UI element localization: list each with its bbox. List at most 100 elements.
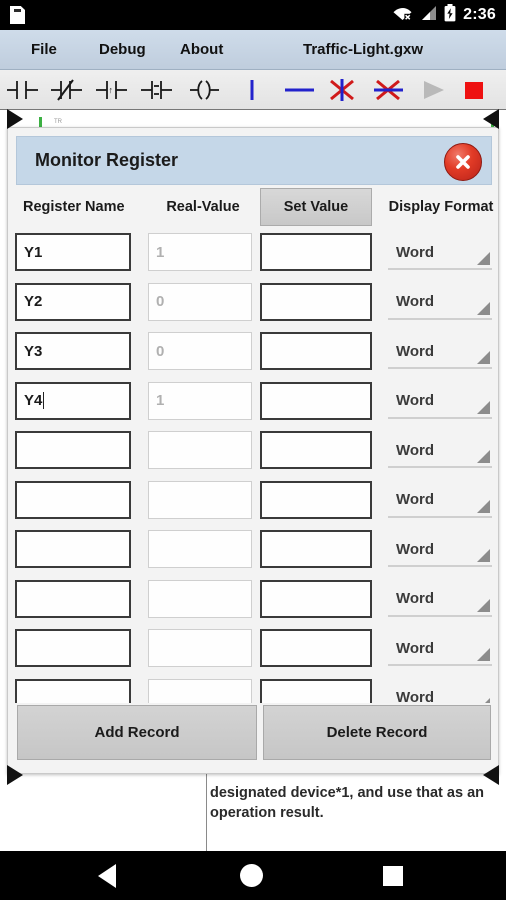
- register-name-input[interactable]: Y4: [15, 381, 131, 420]
- set-value-input[interactable]: [260, 431, 372, 469]
- display-format-dropdown-label: Word: [396, 491, 435, 508]
- menu-item-file[interactable]: File: [31, 41, 57, 58]
- status-bar-right: 2:36: [393, 3, 506, 27]
- rising-edge-contact-icon[interactable]: ↑: [93, 76, 133, 104]
- delete-record-button[interactable]: Delete Record: [263, 705, 491, 760]
- android-nav-bar: [0, 851, 506, 900]
- chevron-down-icon: [477, 252, 490, 265]
- real-value-field: 1: [148, 381, 252, 420]
- register-name-input[interactable]: [15, 629, 131, 667]
- vertical-link-icon[interactable]: [236, 76, 276, 104]
- display-format-dropdown-label: Word: [396, 293, 435, 310]
- set-value-input[interactable]: [260, 381, 372, 420]
- set-value-input[interactable]: [260, 678, 372, 703]
- dialog-corner-marker-bottom-left: [7, 765, 23, 785]
- register-table-rows[interactable]: Y1 1 Word Y2 0 Word Y3 0 Word Y4 1 Word Word Word Word…: [8, 228, 500, 703]
- real-value-field: 0: [148, 332, 252, 370]
- display-format-dropdown[interactable]: Word: [388, 583, 492, 617]
- set-value-input[interactable]: [260, 530, 372, 568]
- real-value-field: [148, 530, 252, 568]
- column-header-display-format: Display Format: [381, 190, 501, 224]
- display-format-dropdown-label: Word: [396, 540, 435, 558]
- set-value-input[interactable]: [260, 579, 372, 618]
- set-value-input[interactable]: [260, 480, 372, 519]
- display-format-dropdown[interactable]: Word: [388, 286, 492, 320]
- chevron-down-icon: [477, 598, 490, 612]
- home-icon[interactable]: [240, 864, 263, 887]
- chevron-down-icon: [477, 499, 490, 513]
- register-name-input[interactable]: [15, 678, 131, 703]
- dialog-corner-marker-top-right: [483, 109, 499, 129]
- set-value-input[interactable]: [260, 282, 372, 321]
- table-row: Word: [8, 525, 500, 575]
- menu-item-about[interactable]: About: [180, 41, 223, 58]
- coil-icon[interactable]: [186, 76, 226, 104]
- real-value-field: [148, 480, 252, 519]
- dialog-title-bar: Monitor Register: [16, 136, 492, 185]
- set-value-input[interactable]: [260, 233, 372, 271]
- horizontal-link-icon[interactable]: [280, 76, 320, 104]
- display-format-dropdown[interactable]: Word: [388, 682, 492, 703]
- display-format-dropdown[interactable]: Word: [388, 385, 492, 419]
- battery-charging-icon: [444, 3, 456, 27]
- stop-icon[interactable]: [458, 76, 498, 104]
- display-format-dropdown[interactable]: Word: [388, 434, 492, 468]
- app-menu-bar: File Debug About Traffic-Light.gxw: [0, 30, 506, 70]
- register-name-input[interactable]: [15, 431, 131, 469]
- set-value-button[interactable]: Set Value: [260, 188, 372, 226]
- back-icon[interactable]: [98, 863, 116, 888]
- chevron-down-icon: [477, 648, 490, 661]
- display-format-dropdown[interactable]: Word: [388, 484, 492, 518]
- register-name-input[interactable]: Y3: [15, 332, 131, 370]
- no-contact-icon[interactable]: [4, 76, 44, 104]
- dialog-corner-marker-bottom-right: [483, 765, 499, 785]
- nc-contact-icon[interactable]: [48, 76, 88, 104]
- close-icon[interactable]: [444, 143, 482, 181]
- display-format-dropdown-label: Word: [396, 441, 435, 459]
- table-row: Y3 0 Word: [8, 327, 500, 377]
- column-header-display-format-label: Display Format: [388, 199, 494, 215]
- table-row: Word: [8, 674, 500, 703]
- table-row: Word: [8, 476, 500, 526]
- monitor-register-dialog: Monitor Register Register Name Real-Valu…: [7, 109, 501, 785]
- register-name-input[interactable]: Y1: [15, 233, 131, 271]
- display-format-dropdown-label: Word: [396, 590, 435, 607]
- recents-icon[interactable]: [383, 865, 403, 886]
- real-value-field: [148, 629, 252, 667]
- display-format-dropdown[interactable]: Word: [388, 335, 492, 369]
- cell-signal-icon: [420, 5, 437, 26]
- register-name-input[interactable]: Y2: [15, 282, 131, 321]
- register-name-input[interactable]: [15, 579, 131, 618]
- column-header-register-name-label: Register Name: [23, 199, 125, 215]
- column-header-real-value-label: Real-Value: [166, 199, 240, 215]
- table-row: Word: [8, 426, 500, 476]
- display-format-dropdown-label: Word: [396, 639, 435, 657]
- chevron-down-icon: [477, 450, 490, 463]
- app-root: 2:36 File Debug About Traffic-Light.gxw: [0, 0, 506, 900]
- svg-text:↑: ↑: [109, 85, 114, 95]
- set-value-input[interactable]: [260, 332, 372, 370]
- column-header-register-name: Register Name: [15, 190, 145, 224]
- run-icon[interactable]: [413, 76, 453, 104]
- sd-card-icon: [10, 6, 25, 24]
- display-format-dropdown[interactable]: Word: [388, 236, 492, 270]
- falling-edge-contact-icon[interactable]: [138, 76, 178, 104]
- add-record-button[interactable]: Add Record: [17, 705, 257, 760]
- delete-vertical-link-icon[interactable]: [323, 76, 363, 104]
- display-format-dropdown-label: Word: [396, 392, 435, 409]
- chevron-down-icon: [477, 400, 490, 414]
- delete-horizontal-link-icon[interactable]: [369, 76, 409, 104]
- display-format-dropdown-label: Word: [396, 342, 435, 360]
- dialog-footer: Add Record Delete Record: [8, 705, 500, 763]
- set-value-input[interactable]: [260, 629, 372, 667]
- table-row: Y1 1 Word: [8, 228, 500, 278]
- display-format-dropdown[interactable]: Word: [388, 632, 492, 666]
- add-record-button-label: Add Record: [94, 724, 180, 741]
- menu-item-debug[interactable]: Debug: [99, 41, 146, 58]
- register-name-input[interactable]: [15, 530, 131, 568]
- chevron-down-icon: [477, 351, 490, 364]
- text-caret: [43, 392, 45, 409]
- chevron-down-icon: [477, 549, 490, 562]
- register-name-input[interactable]: [15, 480, 131, 519]
- display-format-dropdown[interactable]: Word: [388, 533, 492, 567]
